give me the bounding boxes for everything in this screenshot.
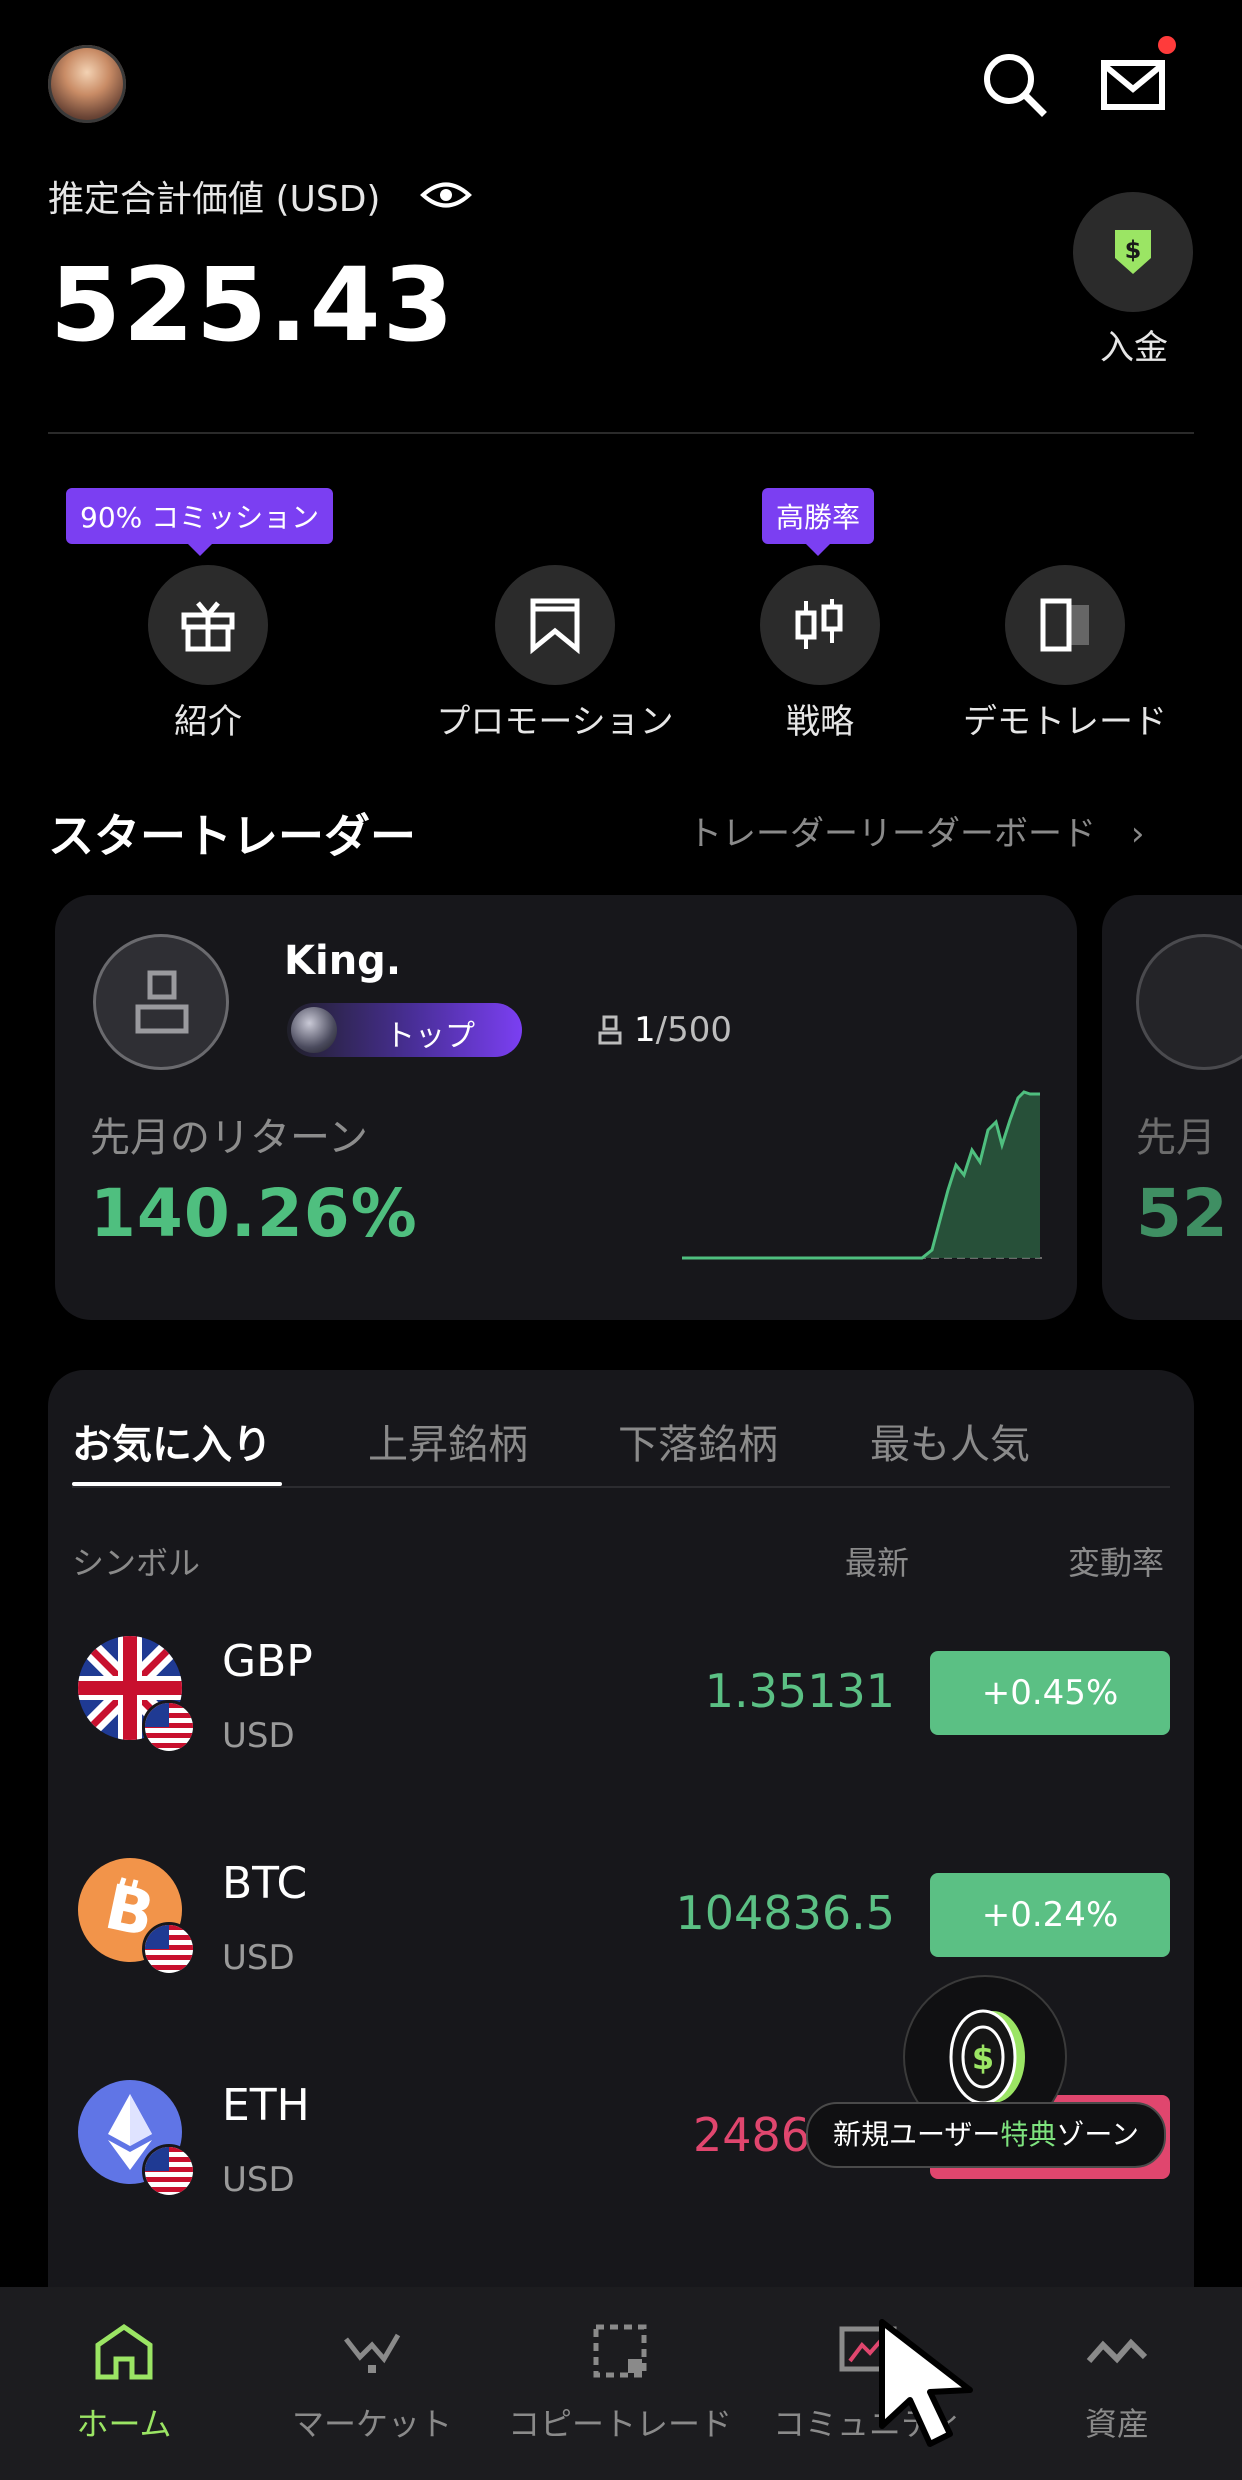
follower-current: 1: [634, 1010, 656, 1050]
high-winrate-badge: 高勝率: [762, 488, 875, 556]
column-latest: 最新: [845, 1544, 910, 1582]
nav-home[interactable]: ホーム: [0, 2287, 248, 2480]
referral-button[interactable]: [148, 565, 268, 685]
person-icon: [135, 970, 189, 1034]
commission-badge: 90% コミッション: [66, 488, 334, 556]
monthly-return-label: 先月のリターン: [90, 1115, 368, 1161]
referral-label: 紹介: [174, 702, 242, 742]
us-flag-icon: [142, 1700, 196, 1754]
demo-icon: [1040, 598, 1089, 652]
nav-home-label: ホーム: [76, 2405, 172, 2443]
deposit-button[interactable]: $: [1073, 192, 1193, 312]
trader-name: King.: [284, 938, 402, 984]
latest-price: 1.35131: [704, 1664, 895, 1718]
trader-leaderboard-link[interactable]: トレーダーリーダーボード ›: [688, 806, 1144, 855]
change-badge[interactable]: +0.24%: [930, 1873, 1170, 1957]
candlestick-icon: [795, 599, 843, 649]
promotion-button[interactable]: [495, 565, 615, 685]
us-flag-icon: [142, 2144, 196, 2198]
deposit-label: 入金: [1100, 328, 1168, 368]
chevron-right-icon: ›: [1130, 814, 1145, 854]
promo-text-before: 新規ユーザー: [832, 2118, 1001, 2151]
tab-favorites[interactable]: お気に入り: [72, 1412, 272, 1470]
monthly-return-value: 140.26%: [90, 1175, 418, 1252]
trader-avatar: [93, 934, 229, 1070]
latest-price: 104836.5: [675, 1886, 896, 1940]
follower-count: 1/500: [598, 1010, 732, 1050]
symbol-name: ETH: [222, 2080, 310, 2131]
symbol-name: GBP: [222, 1636, 313, 1687]
nav-market[interactable]: マーケット: [248, 2287, 496, 2480]
tab-gainers[interactable]: 上昇銘柄: [368, 1412, 528, 1470]
profile-avatar[interactable]: [48, 45, 126, 123]
nav-market-label: マーケット: [291, 2405, 452, 2443]
return-sparkline: [682, 1090, 1042, 1260]
mail-icon[interactable]: [1100, 55, 1170, 115]
demo-trade-label: デモトレード: [963, 702, 1167, 742]
quote-currency: USD: [222, 1938, 295, 1978]
svg-text:$: $: [1125, 236, 1142, 264]
new-user-zone-label[interactable]: 新規ユーザー特典ゾーン: [806, 2102, 1166, 2168]
demo-trade-button[interactable]: [1005, 565, 1125, 685]
strategy-label: 戦略: [786, 702, 854, 742]
promotion-icon: [530, 598, 580, 655]
home-icon: [95, 2323, 153, 2380]
eye-icon[interactable]: [420, 178, 472, 212]
dollar-shield-icon: $: [1115, 230, 1151, 274]
column-change: 変動率: [1068, 1544, 1165, 1582]
assets-icon: [1086, 2338, 1148, 2364]
copy-trade-icon: [593, 2324, 647, 2378]
leaderboard-link-label: トレーダーリーダーボード: [688, 814, 1096, 854]
notification-dot: [1158, 36, 1176, 54]
tabs-divider: [72, 1486, 1170, 1488]
promo-text-highlight: 特典: [1000, 2118, 1057, 2151]
quote-currency: USD: [222, 2160, 295, 2200]
svg-text:$: $: [972, 2039, 994, 2077]
nav-assets-label: 資産: [1084, 2405, 1149, 2443]
promotion-label: プロモーション: [436, 702, 674, 742]
quote-currency: USD: [222, 1716, 295, 1756]
divider: [48, 432, 1194, 434]
total-balance: 525.43: [50, 246, 456, 365]
strategy-button[interactable]: [760, 565, 880, 685]
column-symbol: シンボル: [72, 1544, 201, 1582]
search-icon[interactable]: [980, 50, 1050, 120]
tab-most-popular[interactable]: 最も人気: [870, 1412, 1030, 1470]
gift-icon: [181, 601, 235, 652]
mouse-cursor-icon: [879, 2319, 973, 2447]
change-badge[interactable]: +0.45%: [930, 1651, 1170, 1735]
market-icon: [344, 2333, 401, 2373]
follower-max: /500: [655, 1010, 732, 1050]
us-flag-icon: [142, 1922, 196, 1976]
user-icon: [598, 1015, 622, 1045]
star-traders-title: スタートレーダー: [48, 809, 416, 863]
nav-assets[interactable]: 資産: [992, 2287, 1242, 2480]
promo-text-after: ゾーン: [1056, 2118, 1140, 2151]
active-tab-indicator: [72, 1482, 282, 1486]
return-label-partial: 先月: [1136, 1115, 1216, 1161]
top-rank-label: トップ: [385, 1019, 475, 1054]
rank-medal-icon: [291, 1007, 337, 1053]
total-value-label: 推定合計価値 (USD): [48, 179, 381, 220]
latest-price: 2486: [693, 2108, 811, 2162]
nav-copy-trade[interactable]: コピートレード: [496, 2287, 744, 2480]
nav-copy-trade-label: コピートレード: [507, 2405, 732, 2443]
return-value-partial: 52: [1136, 1175, 1228, 1252]
coin-icon: $: [949, 2009, 1025, 2105]
tab-losers[interactable]: 下落銘柄: [618, 1412, 778, 1470]
symbol-name: BTC: [222, 1858, 308, 1909]
